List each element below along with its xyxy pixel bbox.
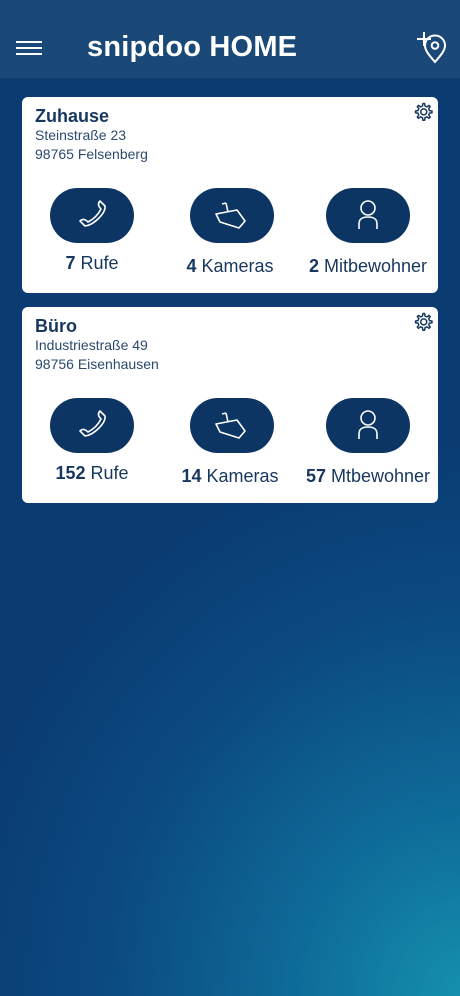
residents-button[interactable] — [326, 188, 410, 243]
user-icon — [358, 410, 378, 439]
user-icon — [358, 200, 378, 229]
residents-button[interactable] — [326, 398, 410, 453]
calls-button[interactable] — [50, 188, 134, 243]
camera-icon — [215, 202, 246, 229]
cameras-button[interactable] — [190, 398, 274, 453]
add-location-pin-icon[interactable] — [414, 30, 450, 66]
cameras-label: Kameras — [206, 466, 279, 486]
calls-count: 7 — [65, 253, 76, 273]
phone-icon — [79, 200, 106, 227]
location-city: 98765 Felsenberg — [35, 146, 148, 162]
calls-stat: 7 Rufe — [22, 253, 162, 274]
cameras-count: 4 — [186, 256, 197, 276]
calls-button[interactable] — [50, 398, 134, 453]
camera-icon — [215, 412, 246, 439]
cameras-stat: 4 Kameras — [160, 256, 300, 277]
calls-label: Rufe — [80, 253, 119, 273]
residents-label: Mitbewohner — [323, 256, 428, 276]
residents-label: Mtbewohner — [330, 466, 431, 486]
location-card-buero[interactable]: Büro Industriestraße 49 98756 Eisenhause… — [22, 307, 438, 503]
hamburger-menu-icon[interactable] — [16, 36, 44, 56]
cameras-stat: 14 Kameras — [160, 466, 300, 487]
residents-stat: 57 Mtbewohner — [298, 466, 438, 487]
app-title: snipdoo HOME — [87, 31, 298, 63]
location-street: Industriestraße 49 — [35, 337, 148, 353]
cameras-button[interactable] — [190, 188, 274, 243]
phone-icon — [79, 410, 106, 437]
location-city: 98756 Eisenhausen — [35, 356, 159, 372]
gear-icon[interactable] — [412, 311, 434, 333]
cameras-label: Kameras — [201, 256, 274, 276]
location-name: Zuhause — [35, 106, 110, 126]
location-street: Steinstraße 23 — [35, 127, 127, 143]
gear-icon[interactable] — [412, 101, 434, 123]
location-card-zuhause[interactable]: Zuhause Steinstraße 23 98765 Felsenberg … — [22, 97, 438, 293]
app-header: snipdoo HOME — [0, 0, 460, 79]
location-name: Büro — [35, 316, 77, 336]
calls-label: Rufe — [90, 463, 129, 483]
calls-count: 152 — [55, 463, 86, 483]
cameras-count: 14 — [181, 466, 202, 486]
residents-count: 2 — [308, 256, 319, 276]
residents-stat: 2 Mitbewohner — [298, 256, 438, 277]
residents-count: 57 — [305, 466, 326, 486]
calls-stat: 152 Rufe — [22, 463, 162, 484]
